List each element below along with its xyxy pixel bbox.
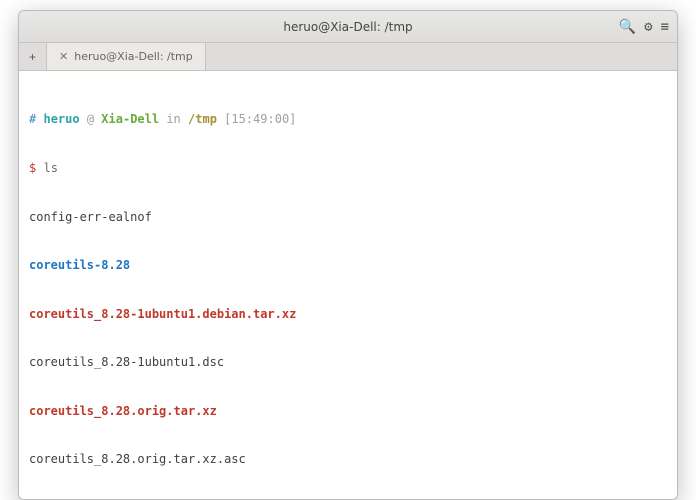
- gear-icon[interactable]: ⚙: [644, 19, 652, 35]
- ls-output: config-err-ealnof: [29, 209, 667, 225]
- ls-output: coreutils_8.28.orig.tar.xz.asc: [29, 451, 667, 467]
- ls-output: coreutils_8.28-1ubuntu1.dsc: [29, 354, 667, 370]
- terminal-body[interactable]: # heruo @ Xia-Dell in /tmp [15:49:00] $ …: [19, 71, 677, 499]
- close-tab-icon[interactable]: ✕: [59, 50, 68, 63]
- ls-output: coreutils_8.28.orig.tar.xz: [29, 403, 667, 419]
- titlebar-controls: 🔍 ⚙ ≡: [619, 19, 669, 35]
- window-title: heruo@Xia-Dell: /tmp: [19, 20, 677, 34]
- menu-icon[interactable]: ≡: [661, 19, 669, 35]
- terminal-window: heruo@Xia-Dell: /tmp 🔍 ⚙ ≡ + ✕ heruo@Xia…: [18, 10, 678, 500]
- command-line: $ ls: [29, 160, 667, 176]
- ls-output: coreutils-8.28: [29, 257, 667, 273]
- terminal-tab[interactable]: ✕ heruo@Xia-Dell: /tmp: [47, 43, 206, 70]
- titlebar[interactable]: heruo@Xia-Dell: /tmp 🔍 ⚙ ≡: [19, 11, 677, 43]
- tab-label: heruo@Xia-Dell: /tmp: [74, 50, 193, 63]
- new-tab-button[interactable]: +: [19, 43, 47, 70]
- search-icon[interactable]: 🔍: [619, 19, 636, 35]
- ls-output: coreutils_8.28-1ubuntu1.debian.tar.xz: [29, 306, 667, 322]
- prompt-line: # heruo @ Xia-Dell in /tmp [15:49:00]: [29, 111, 667, 127]
- tabbar: + ✕ heruo@Xia-Dell: /tmp: [19, 43, 677, 71]
